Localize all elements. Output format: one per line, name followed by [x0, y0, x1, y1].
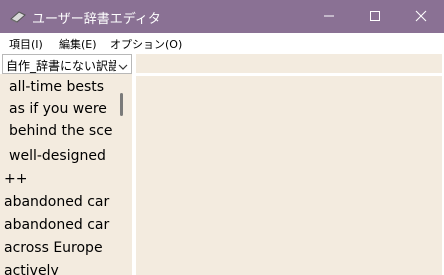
- minimize-button[interactable]: [306, 0, 352, 33]
- window-title: ユーザー辞書エディタ: [32, 12, 161, 27]
- menu-bar: 項目(I) 編集(E) オプション(O): [0, 33, 444, 53]
- dictionary-select[interactable]: 自作_辞書にない訳語: [2, 54, 132, 74]
- close-icon: [415, 7, 427, 26]
- menu-item-options[interactable]: オプション(O): [110, 36, 182, 52]
- list-item[interactable]: behind the sce: [9, 120, 113, 142]
- list-item[interactable]: ++: [4, 168, 27, 190]
- maximize-icon: [369, 7, 381, 26]
- editor-toolbar-area: [136, 54, 442, 73]
- book-icon: [10, 9, 26, 23]
- list-item[interactable]: all-time bests: [9, 76, 104, 98]
- minimize-icon: [323, 7, 335, 26]
- list-item[interactable]: abandoned car: [4, 214, 109, 236]
- scrollbar-thumb[interactable]: [120, 93, 123, 116]
- close-button[interactable]: [398, 0, 444, 33]
- menu-item-items[interactable]: 項目(I): [9, 36, 43, 52]
- list-item[interactable]: actively: [4, 260, 59, 275]
- list-item[interactable]: as if you were: [9, 98, 107, 120]
- list-item[interactable]: well-designed: [9, 145, 106, 167]
- list-item[interactable]: across Europe: [4, 237, 103, 259]
- list-item[interactable]: abandoned car: [4, 191, 109, 213]
- editor-pane[interactable]: [136, 76, 442, 275]
- dictionary-select-value: 自作_辞書にない訳語: [6, 59, 116, 73]
- maximize-button[interactable]: [352, 0, 398, 33]
- chevron-down-icon: [117, 58, 129, 70]
- menu-item-edit[interactable]: 編集(E): [59, 36, 97, 52]
- title-bar: ユーザー辞書エディタ: [0, 0, 444, 33]
